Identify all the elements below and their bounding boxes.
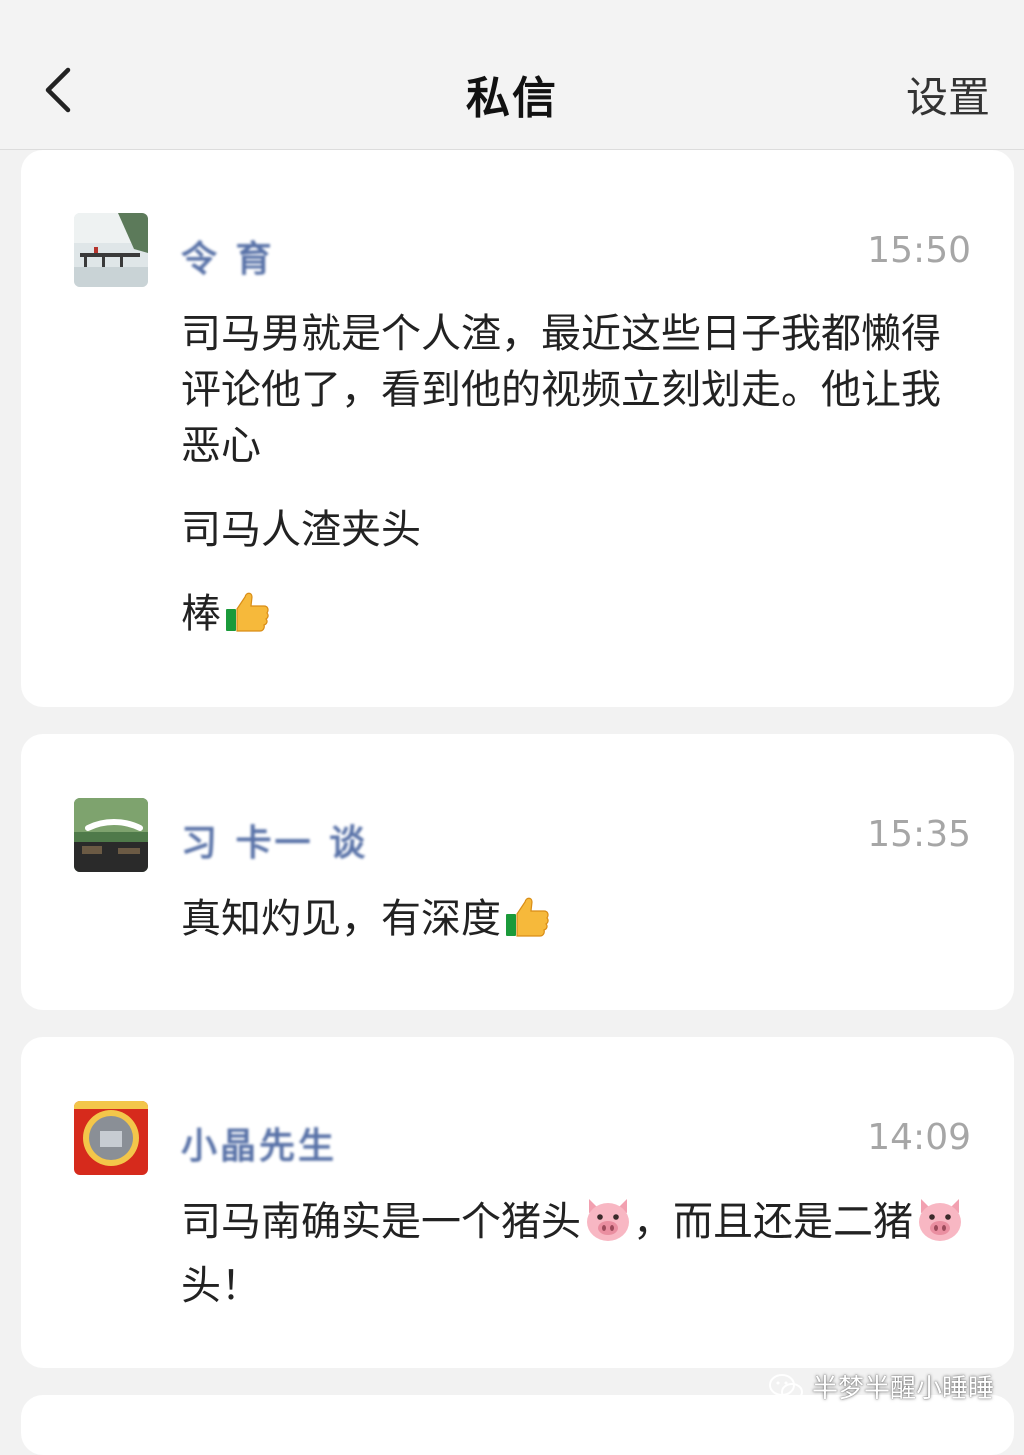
pig-face-emoji xyxy=(583,1195,633,1258)
message-with-emoji: 司马南确实是一个猪头 ，而且还是二猪 头！ xyxy=(181,1194,971,1314)
thumbs-up-emoji xyxy=(503,892,551,955)
message-list: 司马南确实是一个猪头 ，而且还是二猪 头！ xyxy=(181,1194,971,1342)
timestamp: 15:50 xyxy=(867,230,971,271)
settings-button[interactable]: 设置 xyxy=(906,64,990,125)
message-text: 司马南确实是一个猪头 xyxy=(181,1199,581,1245)
page-title: 私信 xyxy=(466,73,558,124)
timestamp: 14:09 xyxy=(867,1117,971,1158)
message-text: 头！ xyxy=(181,1263,261,1309)
avatar[interactable] xyxy=(74,1101,148,1175)
message-card[interactable]: 小晶先生 14:09 司马南确实是一个猪头 ，而且还是二猪头！ xyxy=(21,1037,1014,1368)
watermark-text: 半梦半醒小睡睡 xyxy=(811,1374,994,1404)
message-text: 棒 xyxy=(181,591,221,637)
message-with-emoji: 真知灼见，有深度 xyxy=(181,891,971,955)
avatar[interactable] xyxy=(74,798,148,872)
message-list: 真知灼见，有深度 xyxy=(181,891,971,983)
wechat-icon xyxy=(768,1373,804,1410)
message-with-emoji: 棒 xyxy=(181,586,971,650)
sender-name: 小晶先生 xyxy=(181,1126,338,1167)
message-text: 司马男就是个人渣，最近这些日子我都懒得评论他了，看到他的视频立刻划走。他让我恶心 xyxy=(181,311,941,469)
avatar[interactable] xyxy=(74,213,148,287)
sender-name: 令 育 xyxy=(181,239,275,280)
message-card[interactable]: 习 卡一 谈 15:35 真知灼见，有深度 xyxy=(21,734,1014,1010)
message-text: 司马人渣夹头 xyxy=(181,507,421,553)
message-text: ，而且还是二猪 xyxy=(633,1199,913,1245)
thumbs-up-emoji xyxy=(223,587,271,650)
message-card[interactable]: 令 育 15:50 司马男就是个人渣，最近这些日子我都懒得评论他了，看到他的视频… xyxy=(21,150,1014,707)
timestamp: 15:35 xyxy=(867,814,971,855)
pig-face-emoji xyxy=(915,1195,965,1258)
message-list: 司马男就是个人渣，最近这些日子我都懒得评论他了，看到他的视频立刻划走。他让我恶心… xyxy=(181,306,971,678)
watermark: 半梦半醒小睡睡 xyxy=(768,1368,994,1410)
message-text: 真知灼见，有深度 xyxy=(181,896,501,942)
sender-name: 习 卡一 谈 xyxy=(181,823,369,864)
top-nav-bar: 私信 设置 xyxy=(0,0,1024,150)
